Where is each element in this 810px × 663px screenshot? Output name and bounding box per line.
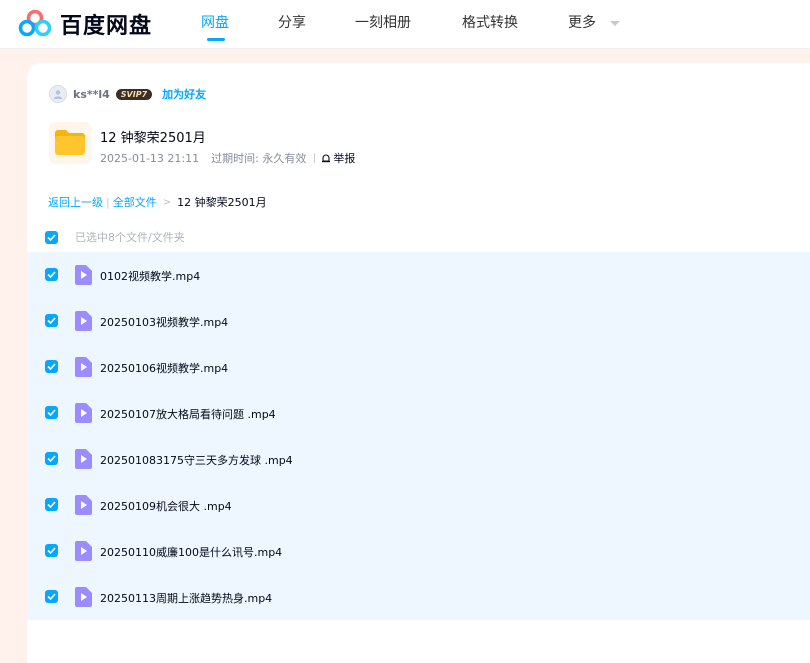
- nav-item-moment-album[interactable]: 一刻相册: [355, 12, 411, 32]
- logo-text: 百度网盘: [60, 14, 153, 39]
- file-checkbox[interactable]: [45, 498, 58, 511]
- report-button[interactable]: 举报: [321, 150, 355, 166]
- file-name: 20250103视频教学.mp4: [100, 316, 229, 329]
- nav-item-label: 一刻相册: [355, 15, 411, 31]
- select-all-row: 已选中8个文件/文件夹: [45, 229, 185, 245]
- share-owner-row: ks**l4 SVIP7 加为好友: [49, 84, 206, 104]
- file-name: 20250106视频教学.mp4: [100, 362, 229, 375]
- file-name: 20250109机会很大 .mp4: [100, 500, 232, 513]
- video-file-icon: [75, 449, 92, 469]
- divider: |: [106, 195, 110, 209]
- checkmark-icon: [47, 501, 56, 508]
- video-file-icon: [75, 587, 92, 607]
- folder-title: 12 钟黎荣2501月: [100, 131, 206, 146]
- video-file-icon: [75, 495, 92, 515]
- video-file-icon: [75, 265, 92, 285]
- file-checkbox[interactable]: [45, 314, 58, 327]
- breadcrumb-back-link[interactable]: 返回上一级: [48, 194, 103, 210]
- file-checkbox[interactable]: [45, 268, 58, 281]
- file-name: 20250113周期上涨趋势热身.mp4: [100, 592, 273, 605]
- checkmark-icon: [47, 409, 56, 416]
- share-date: 2025-01-13 21:11: [100, 151, 200, 165]
- file-row[interactable]: 20250110威廉100是什么讯号.mp4: [27, 528, 810, 574]
- file-row[interactable]: 20250107放大格局看待问题 .mp4: [27, 390, 810, 436]
- checkmark-icon: [47, 455, 56, 462]
- checkmark-icon: [47, 593, 56, 600]
- nav-item-more[interactable]: 更多: [568, 12, 621, 32]
- nav-item-label: 分享: [278, 15, 306, 31]
- select-all-checkbox[interactable]: [45, 230, 58, 244]
- checkmark-icon: [47, 547, 56, 554]
- share-content-card: ks**l4 SVIP7 加为好友 12 钟黎荣2501月 2025-01-13…: [27, 63, 810, 663]
- file-row[interactable]: 20250113周期上涨趋势热身.mp4: [27, 574, 810, 620]
- nav-item-label: 网盘: [201, 15, 229, 31]
- folder-meta: 2025-01-13 21:11 过期时间: 永久有效 举报: [100, 150, 355, 166]
- file-list: 0102视频教学.mp4 20250103视频教学.mp4 20250106视频教学…: [27, 252, 810, 620]
- file-row[interactable]: 20250106视频教学.mp4: [27, 344, 810, 390]
- video-file-icon: [75, 541, 92, 561]
- file-row[interactable]: 20250103视频教学.mp4: [27, 298, 810, 344]
- nav-item-format-convert[interactable]: 格式转换: [462, 12, 518, 32]
- file-checkbox[interactable]: [45, 360, 58, 373]
- file-name: 0102视频教学.mp4: [100, 270, 201, 283]
- nav-item-share[interactable]: 分享: [278, 12, 306, 32]
- selection-count-label: 已选中8个文件/文件夹: [75, 231, 185, 244]
- nav-item-label: 更多: [568, 15, 596, 31]
- checkmark-icon: [47, 233, 56, 241]
- nav-item-netdisk[interactable]: 网盘: [201, 12, 229, 41]
- cloud-logo-icon: [18, 9, 52, 37]
- report-label: 举报: [333, 152, 356, 165]
- file-name: 20250107放大格局看待问题 .mp4: [100, 408, 276, 421]
- breadcrumb: 返回上一级 | 全部文件 > 12 钟黎荣2501月: [48, 194, 267, 210]
- owner-name: ks**l4: [73, 87, 110, 101]
- file-checkbox[interactable]: [45, 590, 58, 603]
- vip-badge: SVIP7: [115, 88, 153, 100]
- add-friend-link[interactable]: 加为好友: [162, 86, 206, 102]
- file-name: 202501083175守三天多方发球 .mp4: [100, 454, 293, 467]
- file-row[interactable]: 20250109机会很大 .mp4: [27, 482, 810, 528]
- baidu-netdisk-logo[interactable]: 百度网盘: [18, 6, 152, 42]
- checkmark-icon: [47, 271, 56, 278]
- top-navigation-bar: 百度网盘 网盘 分享 一刻相册 格式转换 更多: [0, 0, 810, 49]
- video-file-icon: [75, 357, 92, 377]
- chevron-down-icon: [610, 20, 621, 26]
- file-checkbox[interactable]: [45, 544, 58, 557]
- breadcrumb-current: 12 钟黎荣2501月: [177, 196, 267, 209]
- expiry-text: 过期时间: 永久有效: [211, 152, 307, 165]
- video-file-icon: [75, 403, 92, 423]
- file-name: 20250110威廉100是什么讯号.mp4: [100, 546, 283, 559]
- user-icon: [54, 90, 62, 99]
- checkmark-icon: [47, 317, 56, 324]
- nav-item-label: 格式转换: [462, 15, 518, 31]
- video-file-icon: [75, 311, 92, 331]
- active-tab-indicator: [207, 38, 225, 41]
- file-checkbox[interactable]: [45, 452, 58, 465]
- checkmark-icon: [47, 363, 56, 370]
- breadcrumb-all-files-link[interactable]: 全部文件: [113, 194, 157, 210]
- file-row[interactable]: 202501083175守三天多方发球 .mp4: [27, 436, 810, 482]
- folder-icon: [49, 122, 91, 164]
- file-checkbox[interactable]: [45, 406, 58, 419]
- alarm-icon: [322, 154, 331, 163]
- file-row[interactable]: 0102视频教学.mp4: [27, 252, 810, 298]
- chevron-right-icon: >: [162, 196, 172, 208]
- avatar[interactable]: [49, 85, 67, 103]
- divider: [314, 153, 316, 163]
